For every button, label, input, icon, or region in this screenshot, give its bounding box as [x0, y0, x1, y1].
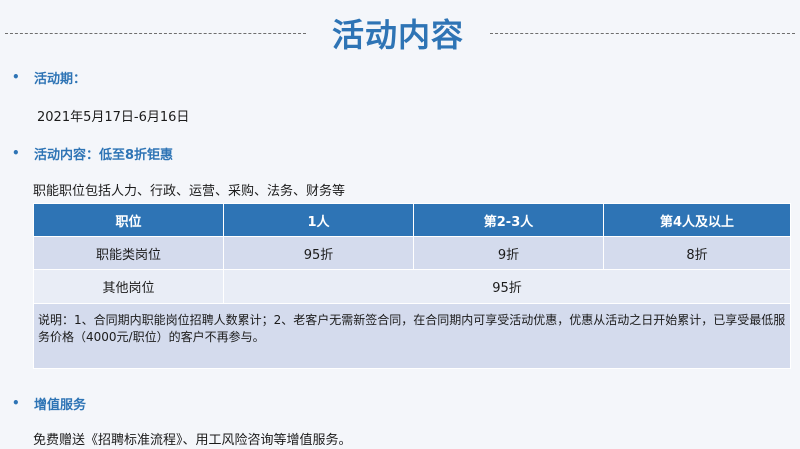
cell-tier2: 9折: [413, 236, 604, 270]
activity-period-value: 2021年5月17日-6月16日: [37, 110, 190, 125]
table-row: 其他岗位 95折: [33, 269, 791, 304]
cell-all-tiers: 95折: [223, 269, 791, 304]
table-note-row: 说明：1、合同期内职能岗位招聘人数累计；2、老客户无需新签合同，在合同期内可享受…: [33, 303, 791, 369]
title-divider-left: [5, 33, 306, 34]
table-header-row: 职位 1人 第2-3人 第4人及以上: [33, 203, 791, 237]
table-row: 职能类岗位 95折 9折 8折: [33, 236, 791, 270]
content-description: 职能职位包括人力、行政、运营、采购、法务、财务等: [33, 184, 346, 199]
table-note: 说明：1、合同期内职能岗位招聘人数累计；2、老客户无需新签合同，在合同期内可享受…: [33, 303, 791, 369]
pricing-table: 职位 1人 第2-3人 第4人及以上 职能类岗位 95折 9折 8折 其他岗位 …: [33, 203, 791, 369]
cell-tier1: 95折: [223, 236, 414, 270]
section-heading-content: 活动内容：低至8折钜惠: [34, 148, 174, 163]
bullet-icon: •: [12, 70, 20, 84]
cell-tier3: 8折: [603, 236, 791, 270]
header-cell-tier2: 第2-3人: [413, 203, 604, 237]
section-heading-period: 活动期：: [34, 72, 87, 87]
page-title: 活动内容: [331, 16, 464, 54]
cell-position: 其他岗位: [33, 269, 224, 304]
header-cell-position: 职位: [33, 203, 224, 237]
title-divider-right: [490, 33, 795, 34]
cell-position: 职能类岗位: [33, 236, 224, 270]
section-heading-value-added: 增值服务: [34, 398, 87, 413]
header-cell-tier1: 1人: [223, 203, 414, 237]
header-cell-tier3: 第4人及以上: [603, 203, 791, 237]
bullet-icon: •: [12, 146, 20, 160]
value-added-description: 免费赠送《招聘标准流程》、用工风险咨询等增值服务。: [33, 433, 352, 448]
bullet-icon: •: [12, 396, 20, 410]
